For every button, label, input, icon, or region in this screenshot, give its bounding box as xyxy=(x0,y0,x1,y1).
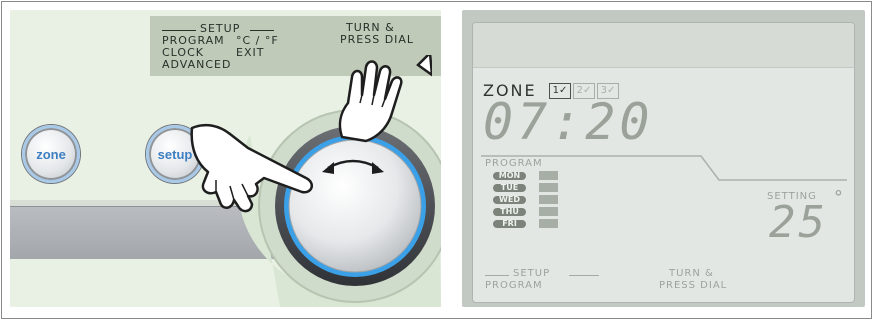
day-fri-indicator: FRI xyxy=(493,220,526,228)
bottom-program-label: Program xyxy=(485,280,543,291)
lcd-top-band xyxy=(473,23,854,68)
day-wed-indicator: WED xyxy=(493,196,526,204)
day-tue-indicator: TUE xyxy=(493,184,526,192)
lcd-bezel: Zone 1✓ 2✓ 3✓ 07:20 Program MON TUE WED … xyxy=(462,10,865,307)
lcd-screen: Zone 1✓ 2✓ 3✓ 07:20 Program MON TUE WED … xyxy=(472,22,855,303)
setting-value: 25 xyxy=(769,197,828,248)
day-fri-segment xyxy=(539,219,558,228)
thermostat-device: Setup Turn & Press Dial Program °C / °F … xyxy=(10,10,441,307)
day-mon-indicator: MON xyxy=(493,172,526,180)
day-wed-segment xyxy=(539,195,558,204)
bottom-press-dial-label: Press Dial xyxy=(659,280,728,291)
pointing-hand-icon xyxy=(190,123,314,213)
bottom-setup-rule-left xyxy=(485,275,509,276)
day-thu-indicator: THU xyxy=(493,208,526,216)
day-thu-segment xyxy=(539,207,558,216)
pointing-hand-icon xyxy=(338,55,432,143)
double-headed-curved-arrow-icon xyxy=(322,159,384,174)
day-tue-segment xyxy=(539,183,558,192)
day-mon-segment xyxy=(539,171,558,180)
program-label: Program xyxy=(485,158,543,169)
bottom-setup-rule-right xyxy=(569,275,599,276)
bottom-turn-label: Turn & xyxy=(669,268,714,279)
bottom-setup-label: Setup xyxy=(513,268,551,279)
clock-time: 07:20 xyxy=(483,93,654,151)
setting-degree: ° xyxy=(833,187,844,208)
